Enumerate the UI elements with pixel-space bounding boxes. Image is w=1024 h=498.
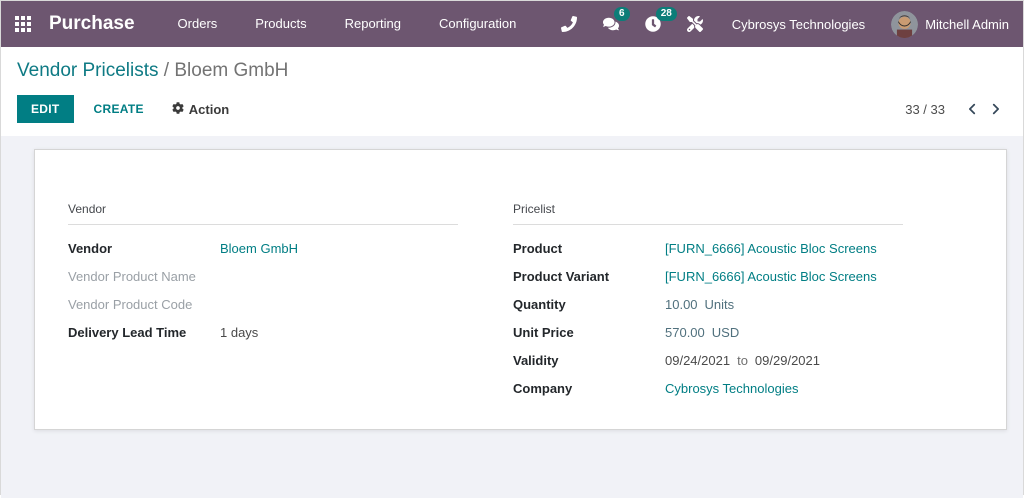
validity-from-date: 09/24/2021 xyxy=(665,353,731,368)
pager-previous-button[interactable] xyxy=(961,98,984,120)
vendor-product-code-label: Vendor Product Code xyxy=(68,297,193,312)
apps-menu-button[interactable] xyxy=(1,1,45,47)
field-row-company: Company Cybrosys Technologies xyxy=(513,381,903,398)
breadcrumb-vendor-pricelists[interactable]: Vendor Pricelists xyxy=(17,60,159,81)
apps-grid-icon xyxy=(15,16,31,32)
quantity-label: Quantity xyxy=(513,297,566,312)
control-panel: Vendor Pricelists / Bloem GmbH EDIT CREA… xyxy=(1,47,1023,136)
edit-button[interactable]: EDIT xyxy=(17,95,74,123)
breadcrumb-current: Bloem GmbH xyxy=(174,60,289,81)
pricelist-section: Pricelist Product [FURN_6666] Acoustic B… xyxy=(513,202,903,429)
vendor-field-value[interactable]: Bloem GmbH xyxy=(220,241,298,256)
product-value[interactable]: [FURN_6666] Acoustic Bloc Screens xyxy=(665,241,877,256)
quantity-unit: Units xyxy=(704,297,735,312)
action-label: Action xyxy=(188,101,230,117)
vendor-section-title: Vendor xyxy=(68,202,458,225)
pricelist-section-title: Pricelist xyxy=(513,202,903,225)
field-row-vendor-product-name: Vendor Product Name xyxy=(68,269,458,286)
breadcrumb: Vendor Pricelists / Bloem GmbH xyxy=(17,60,1007,82)
validity-label: Validity xyxy=(513,353,559,368)
user-name: Mitchell Admin xyxy=(925,16,1009,32)
voip-phone-button[interactable] xyxy=(548,1,590,47)
company-switcher[interactable]: Cybrosys Technologies xyxy=(732,17,865,32)
field-row-product: Product [FURN_6666] Acoustic Bloc Screen… xyxy=(513,241,903,258)
unit-price-value: 570.00 xyxy=(665,325,705,340)
record-pager: 33 / 33 xyxy=(905,98,1007,120)
tools-wrench-icon xyxy=(686,16,703,32)
chevron-right-icon xyxy=(992,103,999,115)
menu-configuration[interactable]: Configuration xyxy=(420,1,535,47)
top-navbar: Purchase Orders Products Reporting Confi… xyxy=(1,1,1023,47)
field-row-vendor: Vendor Bloem GmbH xyxy=(68,241,458,258)
company-label: Company xyxy=(513,381,573,396)
vendor-section: Vendor Vendor Bloem GmbH Vendor Product … xyxy=(68,202,458,429)
app-brand-purchase[interactable]: Purchase xyxy=(49,13,135,35)
chevron-left-icon xyxy=(969,103,976,115)
phone-icon xyxy=(560,16,577,32)
menu-orders[interactable]: Orders xyxy=(159,1,237,47)
company-value[interactable]: Cybrosys Technologies xyxy=(665,381,798,396)
unit-price-label: Unit Price xyxy=(513,325,574,340)
debug-tools-button[interactable] xyxy=(674,1,716,47)
messages-button[interactable]: 6 xyxy=(590,1,632,47)
product-variant-label: Product Variant xyxy=(513,269,610,284)
form-sheet: Vendor Vendor Bloem GmbH Vendor Product … xyxy=(34,149,1007,430)
user-avatar xyxy=(891,10,919,38)
gear-icon xyxy=(172,101,189,117)
pager-next-button[interactable] xyxy=(984,98,1007,120)
field-row-product-variant: Product Variant [FURN_6666] Acoustic Blo… xyxy=(513,269,903,286)
navbar-right: 6 28 Cybrosys Technologies Mitchell Admi… xyxy=(548,1,1009,47)
messages-badge: 6 xyxy=(613,7,630,21)
menu-products[interactable]: Products xyxy=(236,1,325,47)
breadcrumb-separator: / xyxy=(158,60,175,81)
field-row-quantity: Quantity 10.00 Units xyxy=(513,297,903,314)
product-label: Product xyxy=(513,241,563,256)
validity-to-word: to xyxy=(737,353,748,368)
user-menu[interactable]: Mitchell Admin xyxy=(891,10,1009,38)
form-view-background: Vendor Vendor Bloem GmbH Vendor Product … xyxy=(1,136,1023,498)
field-row-vendor-product-code: Vendor Product Code xyxy=(68,297,458,314)
pager-count: 33 / 33 xyxy=(905,101,945,117)
vendor-field-label: Vendor xyxy=(68,241,113,256)
unit-price-currency: USD xyxy=(711,325,740,340)
field-row-validity: Validity 09/24/2021 to 09/29/2021 xyxy=(513,353,903,370)
vendor-product-name-label: Vendor Product Name xyxy=(68,269,196,284)
delivery-lead-time-value: 1 days xyxy=(220,325,259,340)
product-variant-value[interactable]: [FURN_6666] Acoustic Bloc Screens xyxy=(665,269,877,284)
delivery-lead-time-label: Delivery Lead Time xyxy=(68,325,187,340)
create-button[interactable]: CREATE xyxy=(84,96,154,122)
main-menu: Orders Products Reporting Configuration xyxy=(159,1,536,47)
menu-reporting[interactable]: Reporting xyxy=(326,1,420,47)
field-row-unit-price: Unit Price 570.00 USD xyxy=(513,325,903,342)
field-row-delivery-lead-time: Delivery Lead Time 1 days xyxy=(68,325,458,342)
quantity-value: 10.00 xyxy=(665,297,698,312)
validity-to-date: 09/29/2021 xyxy=(754,353,820,368)
action-menu-button[interactable]: Action xyxy=(172,102,229,117)
control-panel-buttons: EDIT CREATE Action 33 / 33 xyxy=(17,95,1007,123)
activities-button[interactable]: 28 xyxy=(632,1,677,47)
